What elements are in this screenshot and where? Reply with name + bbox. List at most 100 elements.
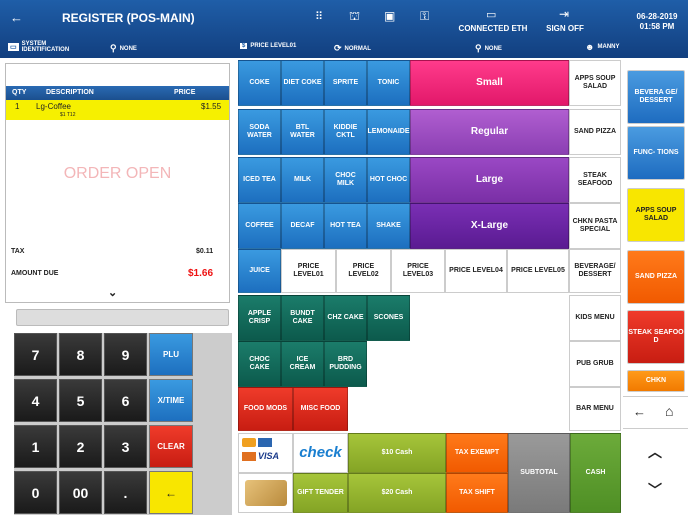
shake-button[interactable]: SHAKE bbox=[367, 203, 410, 249]
subtotal-button[interactable]: SUBTOTAL bbox=[508, 433, 570, 513]
normal-mode-button[interactable]: ⟳ NORMAL bbox=[334, 43, 371, 54]
gift-tender-button[interactable]: GIFT TENDER bbox=[293, 473, 348, 513]
iced-tea-button[interactable]: ICED TEA bbox=[238, 157, 281, 203]
chz-cake-button[interactable]: CHZ CAKE bbox=[324, 295, 367, 341]
key-7[interactable]: 7 bbox=[14, 333, 57, 376]
sign-off-icon[interactable]: ⇥ bbox=[559, 7, 569, 21]
input-bar[interactable] bbox=[16, 309, 229, 326]
key-6[interactable]: 6 bbox=[104, 379, 147, 422]
scones-button[interactable]: SCONES bbox=[367, 295, 410, 341]
xtime-button[interactable]: X/TIME bbox=[149, 379, 193, 422]
tax-shift-button[interactable]: TAX SHIFT bbox=[446, 473, 508, 513]
order-item-row[interactable]: 1 Lg-Coffee $1 T12 $1.55 bbox=[6, 100, 229, 120]
price-level04-button[interactable]: PRICE LEVEL04 bbox=[445, 249, 507, 293]
system-id-button[interactable]: ▭ SYSTEM IDENTIFICATION bbox=[8, 41, 69, 53]
cash-10-button[interactable]: $10 Cash bbox=[348, 433, 446, 473]
user-button[interactable]: ☻ MANNY bbox=[585, 42, 619, 52]
back-arrow-icon[interactable]: ← bbox=[633, 404, 646, 419]
lemonaide-button[interactable]: LEMONAIDE bbox=[367, 109, 410, 155]
size-large-button[interactable]: Large bbox=[410, 157, 569, 203]
choc-cake-button[interactable]: CHOC CAKE bbox=[238, 341, 281, 387]
clear-button[interactable]: CLEAR bbox=[149, 425, 193, 468]
cash-20-button[interactable]: $20 Cash bbox=[348, 473, 446, 513]
backspace-button[interactable]: ← bbox=[149, 471, 193, 514]
key-9[interactable]: 9 bbox=[104, 333, 147, 376]
nav-apps-soup-salad[interactable]: APPS SOUP SALAD bbox=[627, 188, 685, 242]
brd-pudding-button[interactable]: BRD PUDDING bbox=[324, 341, 367, 387]
bar-menu-button[interactable]: BAR MENU bbox=[569, 387, 621, 431]
coffee-button[interactable]: COFFEE bbox=[238, 203, 281, 249]
sand-pizza-button[interactable]: SAND PIZZA bbox=[569, 109, 621, 155]
sign-off-label[interactable]: SIGN OFF bbox=[540, 24, 590, 33]
key-1[interactable]: 1 bbox=[14, 425, 57, 468]
pub-grub-button[interactable]: PUB GRUB bbox=[569, 341, 621, 387]
key-00[interactable]: 00 bbox=[59, 471, 102, 514]
card-tender-button[interactable]: VISA bbox=[238, 433, 293, 473]
apps-soup-salad-button[interactable]: APPS SOUP SALAD bbox=[569, 60, 621, 106]
hot-tea-button[interactable]: HOT TEA bbox=[324, 203, 367, 249]
nav-chkn[interactable]: CHKN bbox=[627, 370, 685, 392]
chevron-down-icon[interactable]: ⌄ bbox=[108, 286, 117, 299]
plu-button[interactable]: PLU bbox=[149, 333, 193, 376]
size-small-button[interactable]: Small bbox=[410, 60, 569, 106]
home-icon[interactable]: ⌂ bbox=[665, 403, 673, 419]
search-none-button[interactable]: ⚲ NONE bbox=[110, 43, 137, 54]
hot-choc-button[interactable]: HOT CHOC bbox=[367, 157, 410, 203]
btl-water-button[interactable]: BTL WATER bbox=[281, 109, 324, 155]
size-regular-button[interactable]: Regular bbox=[410, 109, 569, 155]
size-xlarge-button[interactable]: X-Large bbox=[410, 203, 569, 249]
key-4[interactable]: 4 bbox=[14, 379, 57, 422]
key-8[interactable]: 8 bbox=[59, 333, 102, 376]
check-tender-button[interactable]: check bbox=[293, 433, 348, 473]
choc-milk-button[interactable]: CHOC MILK bbox=[324, 157, 367, 203]
gift-card-image[interactable] bbox=[238, 473, 293, 513]
price-level03-button[interactable]: PRICE LEVEL03 bbox=[391, 249, 445, 293]
price-level01-button[interactable]: PRICE LEVEL01 bbox=[281, 249, 336, 293]
key-5[interactable]: 5 bbox=[59, 379, 102, 422]
scroll-down-icon[interactable]: ﹀ bbox=[648, 480, 662, 500]
ice-cream-button[interactable]: ICE CREAM bbox=[281, 341, 324, 387]
time-label: 01:58 PM bbox=[639, 22, 675, 31]
beverage-dessert-button[interactable]: BEVERAGE/ DESSERT bbox=[569, 249, 621, 293]
key-3[interactable]: 3 bbox=[104, 425, 147, 468]
price-level-button[interactable]: $ PRICE LEVEL01 bbox=[240, 43, 296, 49]
key-dot[interactable]: . bbox=[104, 471, 147, 514]
milk-button[interactable]: MILK bbox=[281, 157, 324, 203]
kids-menu-button[interactable]: KIDS MENU bbox=[569, 295, 621, 341]
table-icon[interactable]: ⛫ bbox=[349, 9, 360, 25]
nav-steak-seafood[interactable]: STEAK SEAFOO D bbox=[627, 310, 685, 364]
grid-icon[interactable]: ⠿ bbox=[315, 10, 323, 23]
soda-water-button[interactable]: SODA WATER bbox=[238, 109, 281, 155]
nav-sand-pizza[interactable]: SAND PIZZA bbox=[627, 250, 685, 304]
drawer-icon[interactable]: ▣ bbox=[384, 9, 395, 23]
tax-exempt-button[interactable]: TAX EXEMPT bbox=[446, 433, 508, 473]
juice-button[interactable]: JUICE bbox=[238, 249, 281, 293]
food-mods-button[interactable]: FOOD MODS bbox=[238, 387, 293, 431]
nav-controls: ← ⌂ bbox=[623, 396, 688, 429]
misc-food-button[interactable]: MISC FOOD bbox=[293, 387, 348, 431]
page-title: REGISTER (POS-MAIN) bbox=[62, 11, 195, 25]
bundt-cake-button[interactable]: BUNDT CAKE bbox=[281, 295, 324, 341]
user-icon: ☻ bbox=[585, 42, 595, 52]
nav-beverage-dessert[interactable]: BEVERA GE/ DESSERT bbox=[627, 70, 685, 124]
diet-coke-button[interactable]: DIET COKE bbox=[281, 60, 324, 106]
apple-crisp-button[interactable]: APPLE CRISP bbox=[238, 295, 281, 341]
decaf-button[interactable]: DECAF bbox=[281, 203, 324, 249]
kiddie-cktl-button[interactable]: KIDDIE CKTL bbox=[324, 109, 367, 155]
steak-seafood-button[interactable]: STEAK SEAFOOD bbox=[569, 157, 621, 203]
key-0[interactable]: 0 bbox=[14, 471, 57, 514]
location-none-button[interactable]: ⚲ NONE bbox=[475, 43, 502, 54]
lock-icon[interactable]: ⚿ bbox=[420, 9, 429, 24]
key-2[interactable]: 2 bbox=[59, 425, 102, 468]
cash-button[interactable]: CASH bbox=[570, 433, 621, 513]
price-level05-button[interactable]: PRICE LEVEL05 bbox=[507, 249, 569, 293]
coke-button[interactable]: COKE bbox=[238, 60, 281, 106]
sprite-button[interactable]: SPRITE bbox=[324, 60, 367, 106]
back-arrow-icon[interactable]: ← bbox=[10, 10, 23, 25]
scroll-up-icon[interactable]: ︿ bbox=[648, 442, 662, 462]
keypad: 7 8 9 PLU 4 5 6 X/TIME 1 2 3 CLEAR 0 00 … bbox=[14, 333, 232, 515]
price-level02-button[interactable]: PRICE LEVEL02 bbox=[336, 249, 391, 293]
tonic-button[interactable]: TONIC bbox=[367, 60, 410, 106]
chkn-pasta-special-button[interactable]: CHKN PASTA SPECIAL bbox=[569, 203, 621, 249]
nav-functions[interactable]: FUNC- TIONS bbox=[627, 126, 685, 180]
